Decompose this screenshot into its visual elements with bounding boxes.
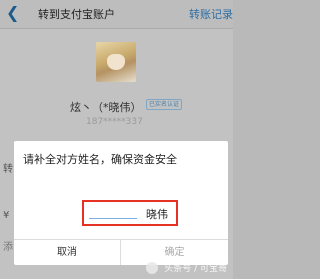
avatar — [96, 42, 136, 82]
add-note-label: 添 — [3, 242, 13, 253]
given-name-suffix: 晓伟 — [146, 208, 168, 221]
top-bar: ❮ 转到支付宝账户 转账记录 — [0, 0, 233, 29]
page-title: 转到支付宝账户 — [38, 8, 115, 21]
surname-input[interactable]: 晓伟 — [82, 200, 178, 226]
watermark: 头条号 / 可宝哥 — [146, 261, 227, 274]
transfer-records-link[interactable]: 转账记录 — [189, 6, 233, 22]
watermark-logo-icon — [146, 262, 159, 274]
name-verify-dialog: 请补全对方姓名，确保资金安全 晓伟 取消 确定 — [14, 141, 228, 265]
watermark-text: 头条号 / 可宝哥 — [164, 263, 227, 274]
recipient-name: 炫丶（*晓伟） — [70, 101, 142, 114]
verified-badge: 已实名认证 — [146, 99, 183, 110]
input-underline — [89, 218, 137, 219]
recipient-phone: 187*****337 — [86, 117, 143, 127]
amount-label: 转 — [3, 164, 13, 175]
currency-symbol: ¥ — [3, 210, 10, 221]
cancel-button[interactable]: 取消 — [14, 240, 120, 265]
back-arrow-icon[interactable]: ❮ — [6, 4, 20, 22]
dialog-message: 请补全对方姓名，确保资金安全 — [23, 153, 177, 166]
